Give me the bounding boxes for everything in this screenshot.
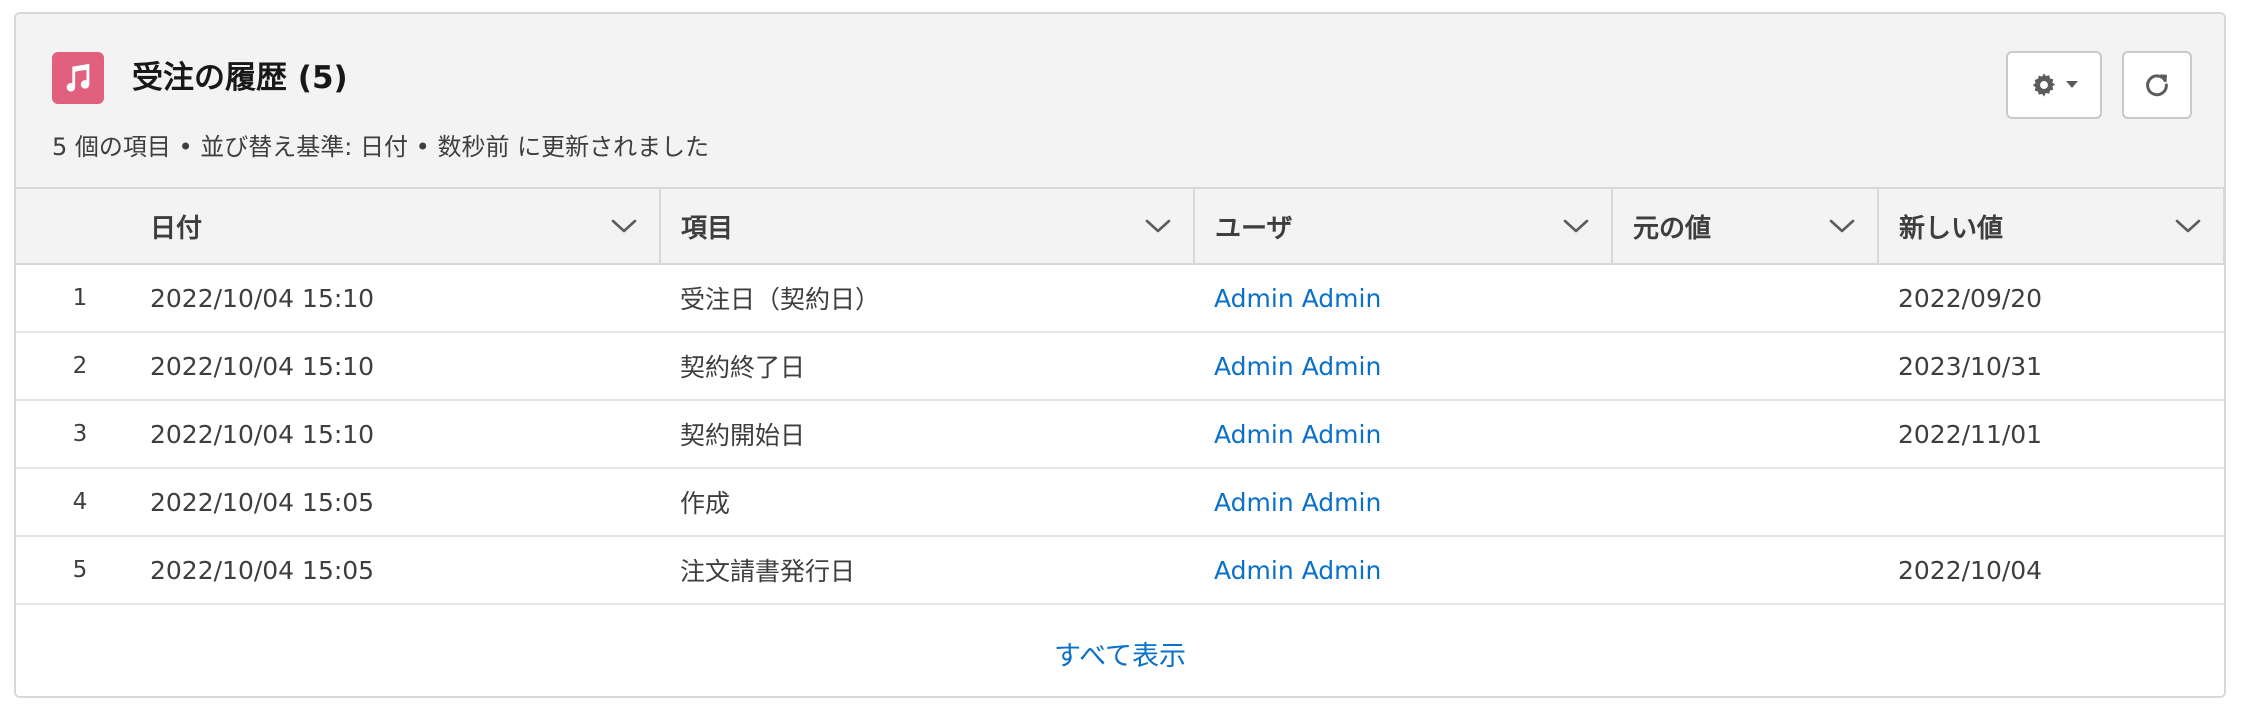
refresh-icon bbox=[2142, 70, 2172, 100]
cell-user: Admin Admin bbox=[1194, 400, 1612, 468]
cell-date: 2022/10/04 15:05 bbox=[150, 555, 375, 585]
cell-field: 受注日（契約日） bbox=[680, 285, 881, 314]
table-header-row: 日付 項目 ユーザ 元の値 新しい値 bbox=[16, 187, 2224, 265]
cell-new-value: 2022/10/04 bbox=[1898, 555, 2043, 585]
view-all-link[interactable]: すべて表示 bbox=[1054, 634, 1186, 673]
related-list-card: 受注の履歴 (5) 5 個の項目 • 並び替え基準: 日付 • 数秒前 に更新さ… bbox=[14, 12, 2226, 698]
cell-new-value bbox=[1878, 468, 2224, 536]
cell-old-value bbox=[1612, 264, 1878, 332]
cell-new-value: 2022/11/01 bbox=[1898, 419, 2043, 449]
user-link[interactable]: Admin Admin bbox=[1214, 420, 1381, 449]
chevron-down-icon[interactable] bbox=[2175, 218, 2201, 234]
cell-date: 2022/10/04 15:05 bbox=[150, 487, 375, 517]
column-header-field[interactable]: 項目 bbox=[660, 187, 1195, 265]
row-number: 4 bbox=[72, 489, 88, 515]
chevron-down-icon bbox=[2066, 81, 2078, 89]
cell-old-value bbox=[1612, 332, 1878, 400]
column-header-user[interactable]: ユーザ bbox=[1194, 187, 1613, 265]
column-header-new-value[interactable]: 新しい値 bbox=[1878, 187, 2224, 265]
chevron-down-icon[interactable] bbox=[1563, 218, 1589, 234]
cell-field: 作成 bbox=[680, 489, 731, 518]
cell-user: Admin Admin bbox=[1194, 468, 1612, 536]
list-settings-button[interactable] bbox=[2006, 51, 2102, 119]
card-footer: すべて表示 bbox=[16, 605, 2224, 696]
table-row: 2 2022/10/04 15:10 契約終了日 Admin Admin 202… bbox=[16, 332, 2224, 400]
table-row: 3 2022/10/04 15:10 契約開始日 Admin Admin 202… bbox=[16, 400, 2224, 468]
cell-old-value bbox=[1612, 468, 1878, 536]
chevron-down-icon[interactable] bbox=[1145, 218, 1171, 234]
refresh-button[interactable] bbox=[2122, 51, 2192, 119]
row-number: 3 bbox=[72, 421, 88, 447]
user-link[interactable]: Admin Admin bbox=[1214, 284, 1381, 313]
user-link[interactable]: Admin Admin bbox=[1214, 556, 1381, 585]
cell-date: 2022/10/04 15:10 bbox=[150, 283, 375, 313]
cell-user: Admin Admin bbox=[1194, 332, 1612, 400]
cell-new-value: 2022/09/20 bbox=[1898, 283, 2043, 313]
column-header-old-value[interactable]: 元の値 bbox=[1612, 187, 1879, 265]
column-header-date[interactable]: 日付 bbox=[144, 187, 661, 265]
cell-field: 注文請書発行日 bbox=[680, 557, 856, 586]
table-row: 1 2022/10/04 15:10 受注日（契約日） Admin Admin … bbox=[16, 264, 2224, 332]
chevron-down-icon[interactable] bbox=[611, 218, 637, 234]
row-number: 1 bbox=[72, 285, 88, 311]
table-row: 4 2022/10/04 15:05 作成 Admin Admin bbox=[16, 468, 2224, 536]
cell-field: 契約開始日 bbox=[680, 421, 806, 450]
user-link[interactable]: Admin Admin bbox=[1214, 488, 1381, 517]
music-note-icon bbox=[52, 52, 104, 104]
cell-user: Admin Admin bbox=[1194, 264, 1612, 332]
cell-old-value bbox=[1612, 400, 1878, 468]
cell-date: 2022/10/04 15:10 bbox=[150, 419, 375, 449]
history-table: 日付 項目 ユーザ 元の値 新しい値 1 2022/10/04 15:10 受注… bbox=[16, 187, 2224, 605]
card-header: 受注の履歴 (5) 5 個の項目 • 並び替え基準: 日付 • 数秒前 に更新さ… bbox=[16, 14, 2224, 189]
row-number: 5 bbox=[72, 557, 88, 583]
cell-field: 契約終了日 bbox=[680, 353, 806, 382]
user-link[interactable]: Admin Admin bbox=[1214, 352, 1381, 381]
row-number-header bbox=[16, 187, 144, 265]
history-table-container: 日付 項目 ユーザ 元の値 新しい値 1 2022/10/04 15:10 受注… bbox=[16, 187, 2224, 696]
row-number: 2 bbox=[72, 353, 88, 379]
chevron-down-icon[interactable] bbox=[1829, 218, 1855, 234]
card-title: 受注の履歴 (5) bbox=[132, 60, 348, 96]
cell-new-value: 2023/10/31 bbox=[1898, 351, 2043, 381]
gear-icon bbox=[2030, 71, 2058, 99]
card-subtitle: 5 個の項目 • 並び替え基準: 日付 • 数秒前 に更新されました bbox=[52, 133, 710, 161]
cell-old-value bbox=[1612, 536, 1878, 604]
cell-date: 2022/10/04 15:10 bbox=[150, 351, 375, 381]
cell-user: Admin Admin bbox=[1194, 536, 1612, 604]
table-row: 5 2022/10/04 15:05 注文請書発行日 Admin Admin 2… bbox=[16, 536, 2224, 604]
